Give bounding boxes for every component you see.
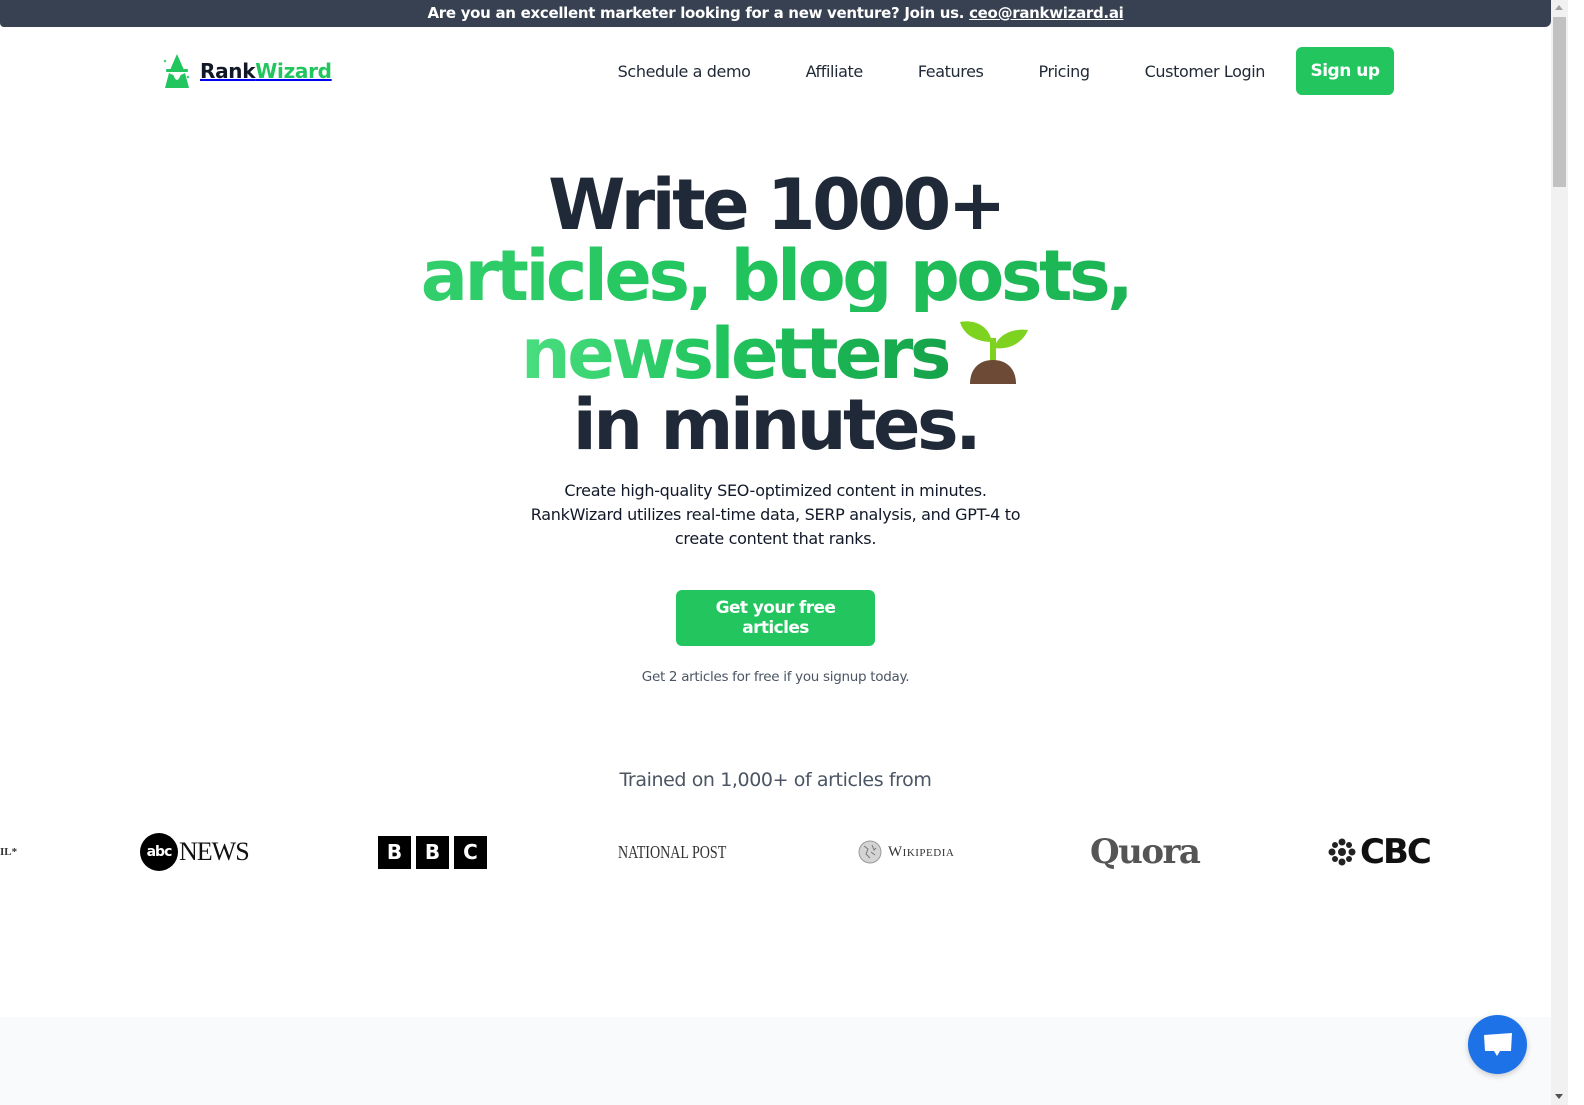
top-navigation: RankWizard Schedule a demo Affiliate Fea…	[0, 28, 1551, 114]
cbc-gem-icon	[1328, 838, 1356, 866]
abc-news-logo: abc NEWS	[140, 826, 250, 878]
logo-text: RankWizard	[200, 59, 332, 83]
bbc-logo: B B C	[378, 826, 487, 878]
quora-text: Quora	[1090, 832, 1201, 872]
nav-features[interactable]: Features	[918, 62, 984, 81]
headline-line-1: Write 1000+	[548, 164, 1006, 246]
bbc-letter-3: C	[454, 835, 487, 869]
wikipedia-text: Wikipedia	[888, 843, 955, 860]
scroll-down-arrow-icon[interactable]	[1555, 1094, 1563, 1099]
page: Are you an excellent marketer looking fo…	[0, 0, 1568, 1105]
nav-customer-login[interactable]: Customer Login	[1145, 62, 1266, 81]
signup-button[interactable]: Sign up	[1296, 47, 1394, 95]
publisher-logos: IL* abc NEWS B B C NATIONAL POST Wikiped…	[0, 826, 1551, 878]
logo[interactable]: RankWizard	[162, 52, 332, 90]
next-section	[0, 1017, 1551, 1105]
scroll-thumb[interactable]	[1553, 17, 1566, 187]
quora-logo: Quora	[1090, 826, 1201, 878]
headline-line-4: in minutes.	[572, 384, 982, 466]
seedling-icon	[960, 321, 1029, 384]
scroll-up-arrow-icon[interactable]	[1555, 5, 1563, 10]
abc-circle: abc	[140, 833, 178, 871]
national-post-logo: NATIONAL POST	[618, 826, 757, 878]
wizard-logo-icon	[163, 54, 190, 88]
logo-text-rank: Rank	[200, 59, 256, 83]
get-free-articles-button[interactable]: Get your free articles	[676, 590, 875, 646]
logo-text-wizard: Wizard	[255, 59, 332, 83]
announcement-banner: Are you an excellent marketer looking fo…	[0, 0, 1551, 27]
banner-email-link[interactable]: ceo@rankwizard.ai	[969, 4, 1124, 22]
headline-line-3-wrap: newsletters	[0, 312, 1551, 390]
partial-logo-text: IL*	[0, 846, 18, 858]
hero-subtitle: Create high-quality SEO-optimized conten…	[0, 479, 1551, 551]
headline-line-3: newsletters	[520, 313, 952, 395]
news-text: NEWS	[179, 837, 250, 866]
hero-headline: Write 1000+ articles, blog posts, newsle…	[0, 170, 1551, 461]
nav-pricing[interactable]: Pricing	[1038, 62, 1090, 81]
chat-button[interactable]	[1468, 1015, 1527, 1074]
national-post-text: NATIONAL POST	[618, 841, 727, 862]
subtitle-line-2: RankWizard utilizes real-time data, SERP…	[530, 505, 1021, 524]
trained-heading: Trained on 1,000+ of articles from	[619, 769, 932, 791]
cbc-logo: CBC	[1328, 826, 1432, 878]
wikipedia-globe-icon	[858, 840, 882, 864]
nav-schedule-demo[interactable]: Schedule a demo	[618, 62, 751, 81]
free-articles-note: Get 2 articles for free if you signup to…	[641, 669, 910, 685]
hero: Write 1000+ articles, blog posts, newsle…	[0, 170, 1551, 461]
headline-line-2: articles, blog posts,	[0, 241, 1551, 312]
subtitle-line-3: create content that ranks.	[674, 529, 877, 548]
subtitle-line-1: Create high-quality SEO-optimized conten…	[564, 481, 987, 500]
page-scrollbar[interactable]	[1551, 0, 1568, 1105]
cbc-text: CBC	[1360, 832, 1432, 872]
chat-bubble-icon	[1483, 1032, 1512, 1056]
bbc-letter-2: B	[416, 835, 449, 869]
nav-links: Schedule a demo Affiliate Features Prici…	[618, 47, 1394, 95]
bbc-letter-1: B	[378, 835, 411, 869]
banner-text: Are you an excellent marketer looking fo…	[427, 4, 965, 22]
nav-affiliate[interactable]: Affiliate	[806, 62, 864, 81]
wikipedia-logo: Wikipedia	[858, 826, 954, 878]
partial-logo: IL*	[0, 826, 17, 878]
